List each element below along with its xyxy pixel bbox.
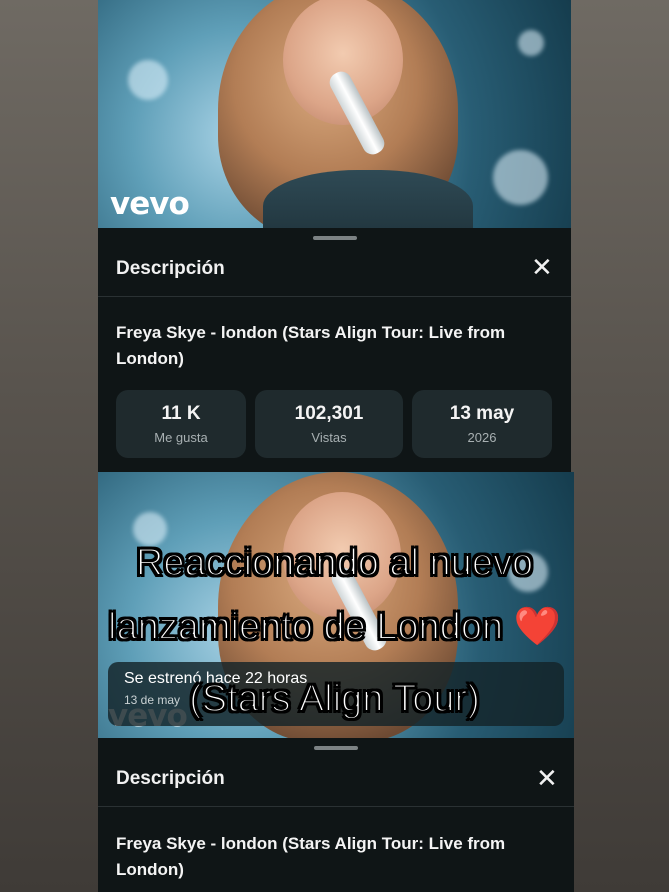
likes-label: Me gusta [154, 430, 208, 445]
views-label: Vistas [311, 430, 347, 445]
close-icon[interactable]: ✕ [531, 254, 553, 280]
drag-handle[interactable] [312, 236, 357, 240]
vevo-logo: vevo [110, 186, 190, 222]
caption-line-2-text: lanzamiento de London [107, 605, 504, 649]
description-sheet-top: Descripción ✕ Freya Skye - london (Stars… [98, 228, 571, 472]
description-sheet-bottom: Descripción ✕ Freya Skye - london (Stars… [98, 738, 574, 892]
stat-date: 13 may 2026 [412, 390, 552, 458]
caption-line-2: lanzamiento de London ❤️ [0, 600, 669, 654]
divider [98, 296, 571, 297]
likes-value: 11 K [161, 403, 201, 424]
divider [98, 806, 574, 807]
stat-likes: 11 K Me gusta [116, 390, 246, 458]
video-title: Freya Skye - london (Stars Align Tour: L… [116, 323, 506, 368]
close-icon[interactable]: ✕ [536, 765, 558, 791]
stage-light [493, 150, 548, 205]
stage-light [518, 30, 544, 56]
video-player-top[interactable]: vevo [98, 0, 571, 228]
caption-line-3: (Stars Align Tour) [188, 677, 481, 721]
video-title: Freya Skye - london (Stars Align Tour: L… [116, 834, 506, 879]
stat-views: 102,301 Vistas [255, 390, 403, 458]
stats-row: 11 K Me gusta 102,301 Vistas 13 may 2026 [116, 390, 556, 458]
sheet-title: Descripción [116, 768, 225, 789]
date-value: 13 may [449, 403, 515, 424]
drag-handle[interactable] [314, 746, 358, 750]
date-label: 2026 [467, 430, 497, 445]
sheet-title: Descripción [116, 258, 225, 279]
caption-line-1: Reaccionando al nuevo [135, 541, 534, 585]
singer-body [263, 170, 473, 228]
heart-emoji-icon: ❤️ [513, 606, 561, 648]
views-value: 102,301 [294, 403, 364, 424]
stage-light [128, 60, 168, 100]
